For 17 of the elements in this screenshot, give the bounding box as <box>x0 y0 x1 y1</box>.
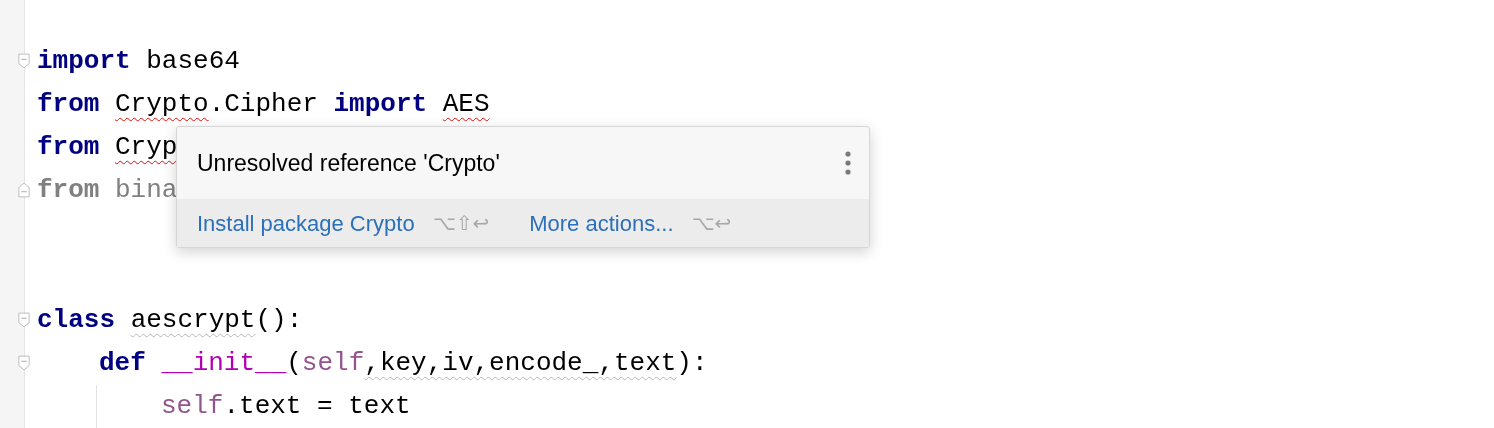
code-line: def __init__(self,key,iv,encode_,text): <box>99 350 708 377</box>
quick-fix-link[interactable]: More actions... <box>529 206 674 240</box>
code-line: self.text = text <box>161 393 411 420</box>
error-message: Unresolved reference 'Crypto' <box>197 148 500 178</box>
quick-fix-link[interactable]: Install package Crypto <box>197 206 415 240</box>
fold-collapse-icon[interactable] <box>18 310 30 329</box>
fold-collapse-icon[interactable] <box>18 181 30 200</box>
code-line: from bina <box>37 177 178 204</box>
keyboard-shortcut: ⌥↩ <box>691 210 732 237</box>
more-options-icon[interactable] <box>845 151 851 175</box>
code-line: class aescrypt(): <box>37 306 303 333</box>
keyboard-shortcut: ⌥⇧↩ <box>432 210 490 237</box>
fold-collapse-icon[interactable] <box>18 51 30 70</box>
fold-collapse-icon[interactable] <box>18 354 30 373</box>
code-line: import base64 <box>37 47 240 74</box>
code-line: from Cryp <box>37 134 178 161</box>
code-line: from Crypto.Cipher import AES <box>37 90 490 117</box>
